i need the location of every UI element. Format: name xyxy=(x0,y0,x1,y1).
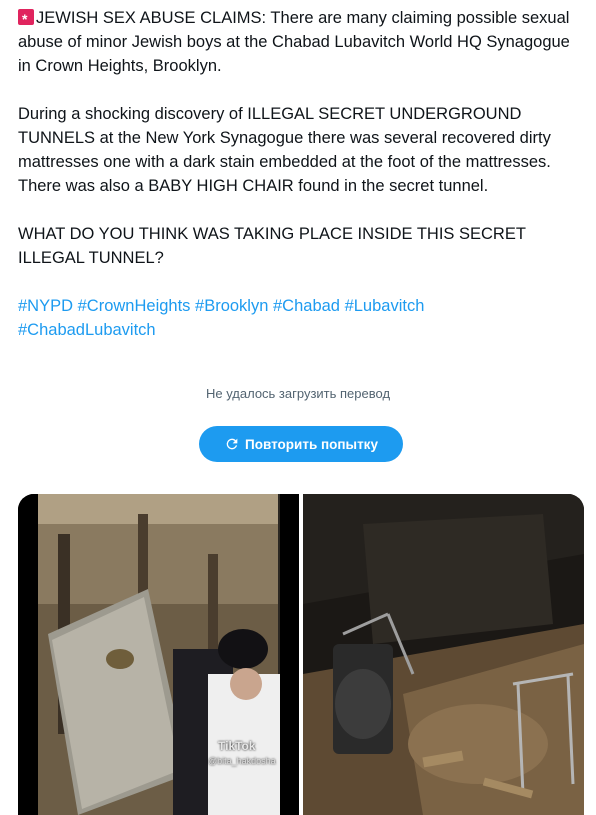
hashtag-brooklyn[interactable]: #Brooklyn xyxy=(195,297,268,315)
tweet-body: JEWISH SEX ABUSE CLAIMS: There are many … xyxy=(18,6,584,342)
retry-translation-button[interactable]: Повторить попытку xyxy=(199,426,403,462)
police-light-icon xyxy=(18,7,34,31)
tweet-paragraph-1: JEWISH SEX ABUSE CLAIMS: There are many … xyxy=(18,6,584,78)
mattress-scene-illustration xyxy=(18,494,299,815)
hashtag-chabad[interactable]: #Chabad xyxy=(273,297,340,315)
refresh-icon xyxy=(226,438,238,450)
tweet-paragraph-3: WHAT DO YOU THINK WAS TAKING PLACE INSID… xyxy=(18,225,526,267)
hashtag-lubavitch[interactable]: #Lubavitch xyxy=(345,297,425,315)
hashtag-list: #NYPD #CrownHeights #Brooklyn #Chabad #L… xyxy=(18,294,584,342)
retry-translation-label: Повторить попытку xyxy=(245,436,378,452)
hashtag-nypd[interactable]: #NYPD xyxy=(18,297,73,315)
translation-error-text: Не удалось загрузить перевод xyxy=(205,386,391,401)
media-gallery: TikTok @bita_hakdosha xyxy=(18,494,584,815)
tweet-paragraph-1-text: JEWISH SEX ABUSE CLAIMS: There are many … xyxy=(18,9,570,75)
tweet-paragraph-2: During a shocking discovery of ILLEGAL S… xyxy=(18,105,551,195)
media-image-tunnel[interactable] xyxy=(303,494,584,815)
media-image-mattress[interactable]: TikTok @bita_hakdosha xyxy=(18,494,299,815)
hashtag-chabadlubavitch[interactable]: #ChabadLubavitch xyxy=(18,321,156,339)
tiktok-watermark-user: @bita_hakdosha xyxy=(208,756,276,766)
tunnel-scene-illustration xyxy=(303,494,584,815)
tiktok-watermark: TikTok xyxy=(218,739,256,753)
hashtag-crownheights[interactable]: #CrownHeights xyxy=(78,297,191,315)
